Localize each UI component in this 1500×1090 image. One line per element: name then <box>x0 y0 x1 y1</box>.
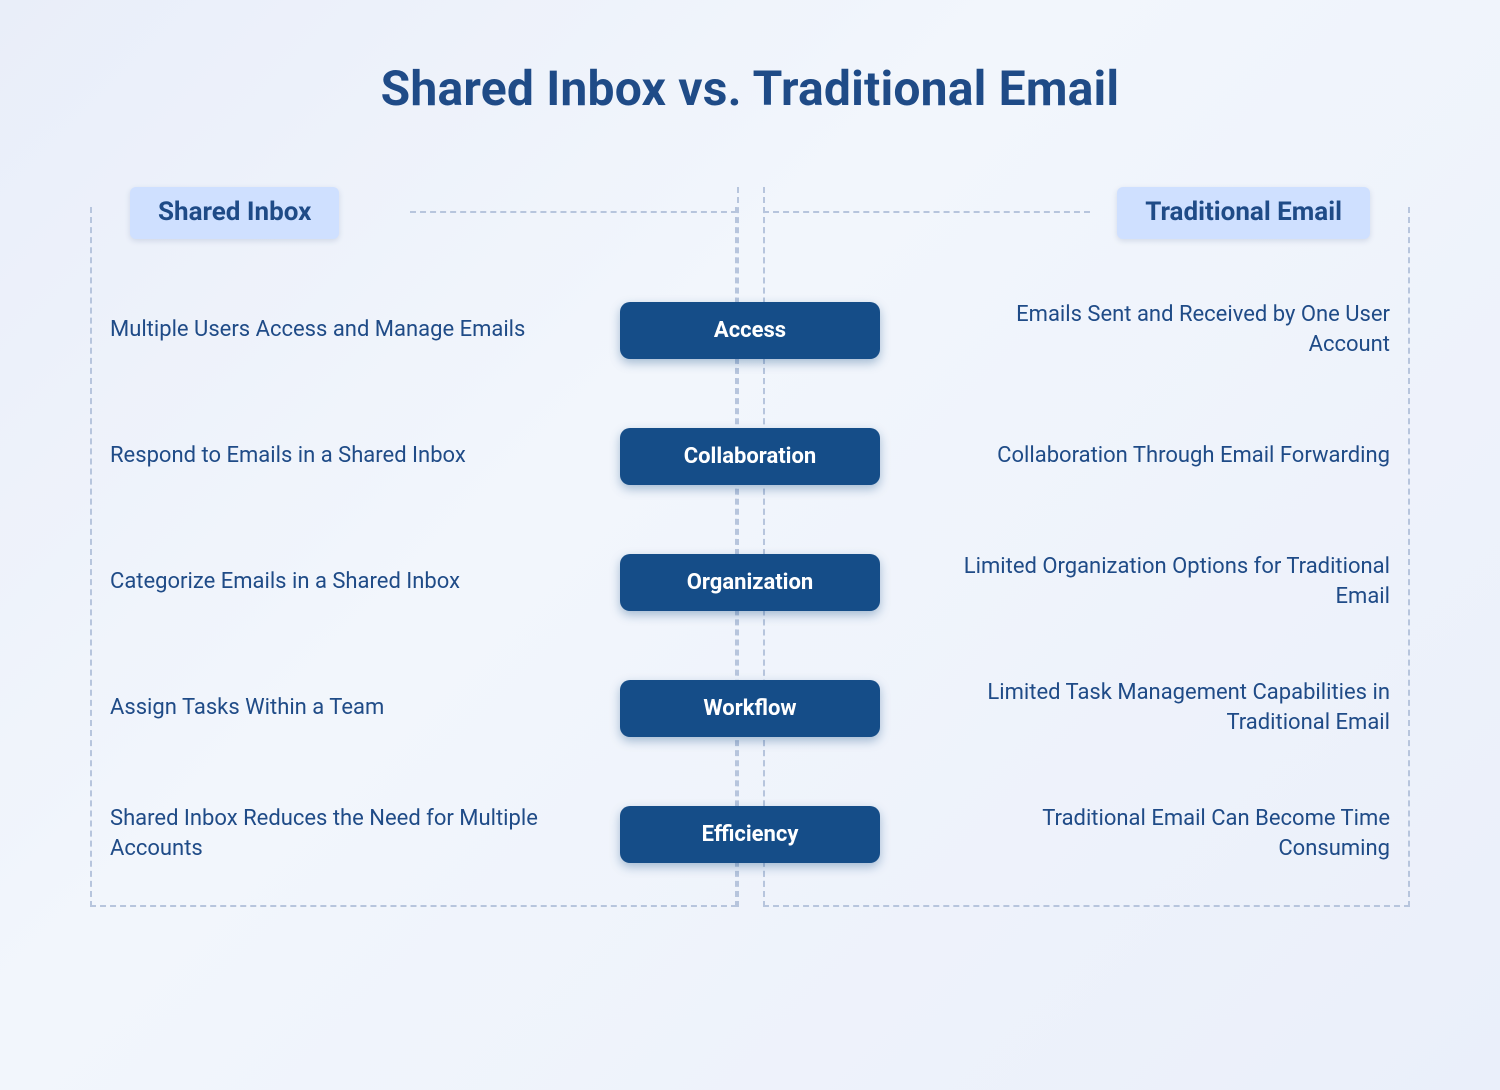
category-pills: Access Collaboration Organization Workfl… <box>620 257 880 907</box>
left-header-tab: Shared Inbox <box>130 187 339 239</box>
pill-collaboration: Collaboration <box>620 428 880 485</box>
right-header-tab: Traditional Email <box>1117 187 1370 239</box>
pill-efficiency: Efficiency <box>620 806 880 863</box>
comparison-diagram: Shared Inbox Multiple Users Access and M… <box>90 187 1410 907</box>
pill-workflow: Workflow <box>620 680 880 737</box>
left-header-dash <box>410 211 737 213</box>
page-title: Shared Inbox vs. Traditional Email <box>90 60 1410 117</box>
right-header-dash <box>763 211 1090 213</box>
pill-access: Access <box>620 302 880 359</box>
pill-organization: Organization <box>620 554 880 611</box>
